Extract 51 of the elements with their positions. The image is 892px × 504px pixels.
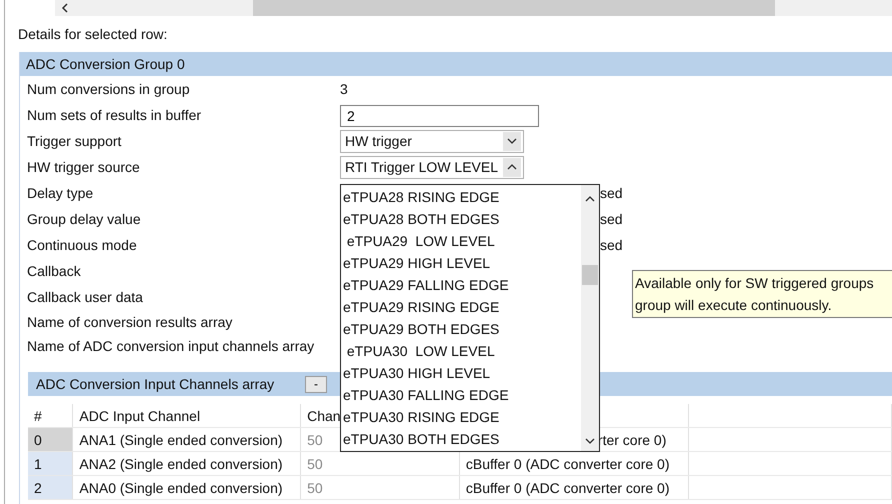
dropdown-option[interactable]: eTPUA30 HIGH LEVEL <box>341 362 581 384</box>
field-label: Continuous mode <box>27 237 138 253</box>
dropdown-option[interactable]: eTPUA30 FALLING EDGE <box>341 384 581 406</box>
dropdown-option[interactable]: eTPUA29 BOTH EDGES <box>341 318 581 340</box>
dropdown-option[interactable]: eTPUA28 BOTH EDGES <box>341 208 581 230</box>
field-label: Name of ADC conversion input channels array <box>27 338 316 354</box>
dropdown[interactable]: HW trigger <box>340 130 524 152</box>
field-label: Trigger support <box>27 133 122 149</box>
dropdown-option[interactable]: eTPUA29 RISING EDGE <box>341 296 581 318</box>
dropdown-option[interactable]: eTPUA30 LOW LEVEL <box>341 340 581 362</box>
table-cell: ANA2 (Single ended conversion) <box>72 452 301 476</box>
horizontal-scrollbar[interactable] <box>55 0 892 16</box>
table-cell: cBuffer 0 (ADC converter core 0) <box>459 476 688 500</box>
section-heading: Details for selected row: <box>18 25 168 44</box>
field-label: Callback <box>27 263 82 279</box>
scrollbar-thumb[interactable] <box>582 265 598 285</box>
tooltip-line: Available only for SW triggered groups <box>635 274 875 293</box>
row-index[interactable]: 2 <box>28 476 73 500</box>
collapse-button[interactable]: - <box>305 376 327 392</box>
field-value: sed <box>600 211 623 227</box>
table-cell: 50 <box>300 476 460 500</box>
field-label: Num conversions in group <box>27 81 191 97</box>
caret-icon <box>507 164 517 170</box>
table-cell: ANA1 (Single ended conversion) <box>72 428 301 452</box>
dropdown-option[interactable]: eTPUA28 RISING EDGE <box>341 186 581 208</box>
chevron-left-icon <box>60 3 68 13</box>
field-label: Name of conversion results array <box>27 314 234 330</box>
dropdown-option[interactable]: eTPUA29 FALLING EDGE <box>341 274 581 296</box>
dropdown-option[interactable]: eTPUA29 LOW LEVEL <box>341 230 581 252</box>
field-label: Callback user data <box>27 289 144 305</box>
dropdown-option[interactable]: eTPUA29 HIGH LEVEL <box>341 252 581 274</box>
tooltip-line: group will execute continuously. <box>635 296 833 315</box>
input-field[interactable]: 2 <box>340 105 539 127</box>
field-label: Delay type <box>27 185 94 201</box>
field-value: 3 <box>340 81 348 97</box>
field-label: HW trigger source <box>27 159 141 175</box>
dropdown[interactable]: RTI Trigger LOW LEVEL <box>340 156 524 178</box>
vertical-scrollbar[interactable] <box>581 185 599 451</box>
table-title: ADC Conversion Input Channels array <box>36 376 276 392</box>
scroll-up-icon <box>585 196 595 202</box>
scroll-down-icon <box>585 438 595 444</box>
column-header: ADC Input Channel <box>72 404 301 428</box>
row-index[interactable]: 1 <box>28 452 73 476</box>
field-label: Num sets of results in buffer <box>27 107 202 123</box>
field-label: Group delay value <box>27 211 142 227</box>
field-value: sed <box>600 185 623 201</box>
field-value: sed <box>600 237 623 253</box>
caret-icon <box>507 138 517 144</box>
table-cell: ANA0 (Single ended conversion) <box>72 476 301 500</box>
row-index[interactable]: 0 <box>28 428 73 452</box>
group-header: ADC Conversion Group 0 <box>20 52 892 76</box>
